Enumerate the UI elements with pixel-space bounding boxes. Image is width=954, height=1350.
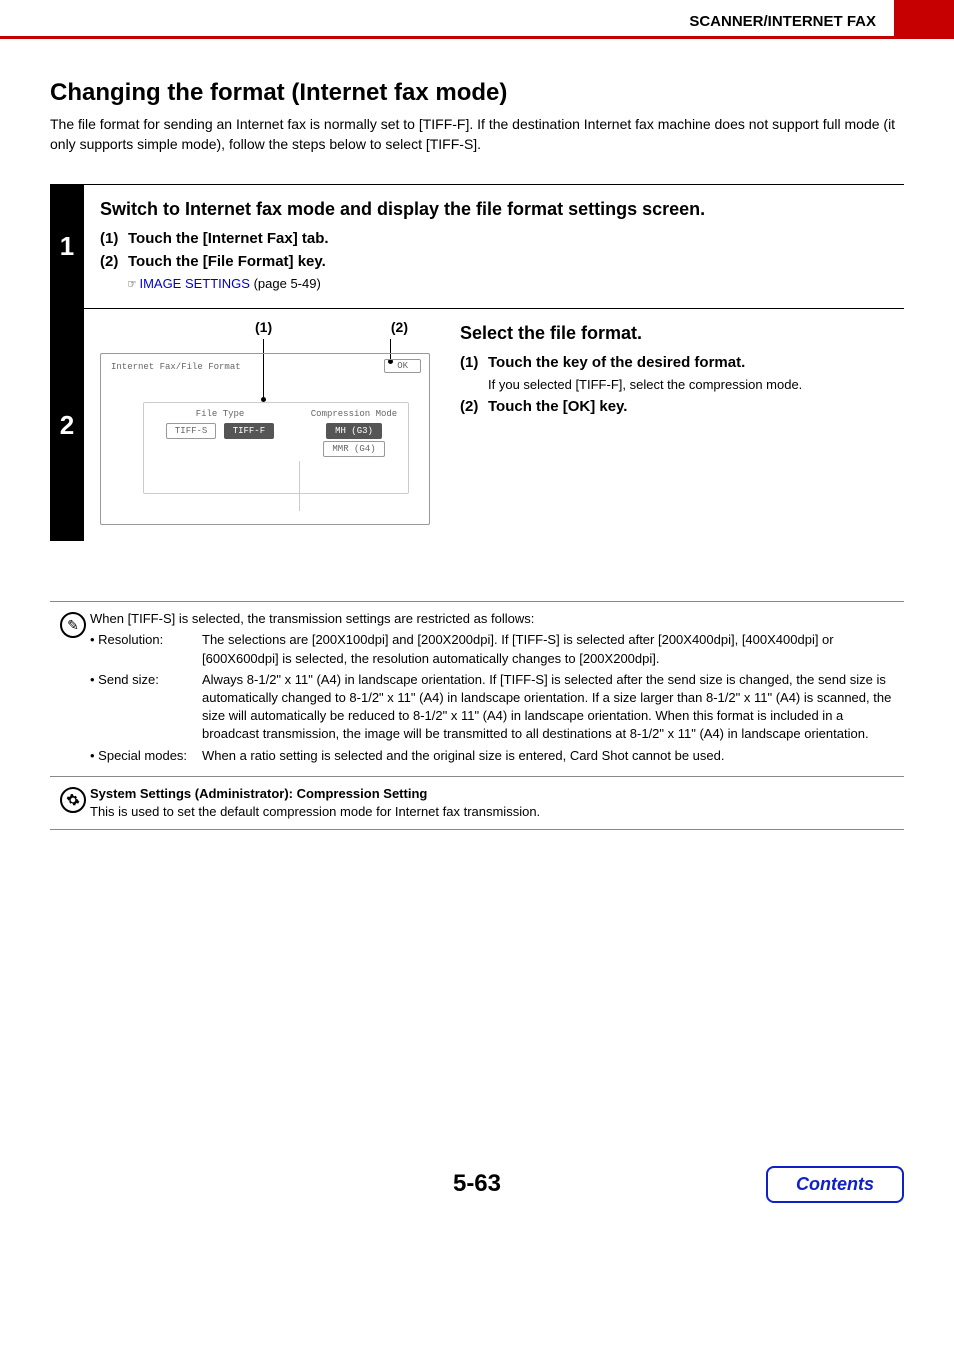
note-resolution-label: • Resolution: [90,631,202,667]
step-2-number: 2 [50,309,84,541]
intro-text: The file format for sending an Internet … [50,115,904,154]
admin-note-title: System Settings (Administrator): Compres… [90,785,894,803]
admin-note-body: This is used to set the default compress… [90,803,894,821]
header-accent [894,0,954,36]
step-2-sub2: (2)Touch the [OK] key. [460,398,904,415]
page-title: Changing the format (Internet fax mode) [50,79,904,107]
header-rule [0,36,954,39]
screenshot-panel: (1) (2) Internet Fax/File Format OK File… [100,319,430,525]
step-2-sub1-text: Touch the key of the desired format. [488,354,745,371]
step-1-heading: Switch to Internet fax mode and display … [100,199,904,220]
note-icon: ✎ [60,612,86,638]
note-sendsize-label: • Send size: [90,671,202,744]
tiff-f-button[interactable]: TIFF-F [224,423,274,439]
image-settings-page: (page 5-49) [250,276,321,291]
note-sendsize-value: Always 8-1/2" x 11" (A4) in landscape or… [202,671,894,744]
mmr-g4-button[interactable]: MMR (G4) [323,441,384,457]
step-1-number: 1 [50,185,84,308]
step-2-sub2-text: Touch the [OK] key. [488,398,627,415]
callout-1: (1) [255,319,272,335]
gear-icon [60,787,86,813]
step-1: 1 Switch to Internet fax mode and displa… [50,184,904,308]
tiff-s-button[interactable]: TIFF-S [166,423,216,439]
step-2-sub1-num: (1) [460,354,488,371]
admin-note: System Settings (Administrator): Compres… [50,777,904,830]
image-settings-link[interactable]: IMAGE SETTINGS [139,276,250,291]
pointer-icon: ☞ [128,277,136,292]
step-1-sub1-num: (1) [100,230,128,247]
note-intro: When [TIFF-S] is selected, the transmiss… [90,610,894,628]
note-specialmodes-value: When a ratio setting is selected and the… [202,747,894,765]
step-2-sub1-note: If you selected [TIFF-F], select the com… [488,377,904,392]
header-section: SCANNER/INTERNET FAX [689,1,894,36]
restrictions-note: ✎ When [TIFF-S] is selected, the transmi… [50,601,904,777]
step-2: 2 (1) (2) Internet Fax/File Format OK Fi… [50,308,904,541]
filetype-label: File Type [150,409,290,419]
ok-button[interactable]: OK [384,359,421,373]
page-number: 5-63 [453,1170,501,1197]
step-1-sub2: (2)Touch the [File Format] key. [100,253,904,270]
step-1-sub2-text: Touch the [File Format] key. [128,253,326,270]
contents-button[interactable]: Contents [766,1166,904,1203]
note-resolution-value: The selections are [200X100dpi] and [200… [202,631,894,667]
mh-g3-button[interactable]: MH (G3) [326,423,382,439]
step-2-heading: Select the file format. [460,323,904,344]
panel-title: Internet Fax/File Format [111,362,241,372]
compression-label: Compression Mode [304,409,404,419]
step-1-sub2-num: (2) [100,253,128,270]
step-2-sub2-num: (2) [460,398,488,415]
step-1-sub1-text: Touch the [Internet Fax] tab. [128,230,329,247]
step-1-sub1: (1)Touch the [Internet Fax] tab. [100,230,904,247]
note-specialmodes-label: • Special modes: [90,747,202,765]
callout-2: (2) [391,319,408,335]
step-2-sub1: (1)Touch the key of the desired format. [460,354,904,371]
